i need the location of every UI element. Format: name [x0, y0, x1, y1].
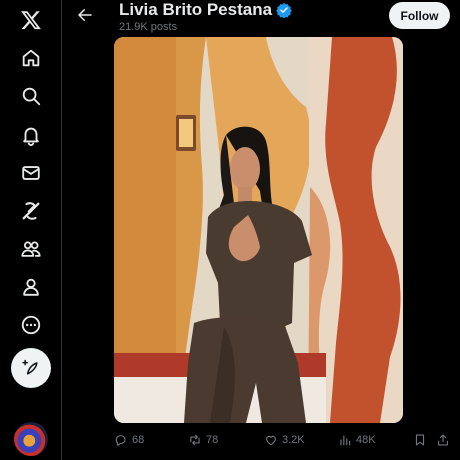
heart-icon — [266, 435, 276, 446]
reply-icon — [115, 435, 126, 446]
arrow-left-icon — [78, 9, 92, 21]
profile-name: Livia Brito Pestana — [119, 0, 292, 20]
views-chart-icon — [340, 435, 351, 446]
person-icon[interactable] — [11, 267, 51, 307]
grok-icon[interactable] — [11, 191, 51, 231]
like-action[interactable]: 3.2K — [264, 431, 305, 449]
profile-name-text: Livia Brito Pestana — [119, 0, 273, 19]
repost-count: 78 — [206, 434, 219, 446]
reply-count: 68 — [132, 434, 145, 446]
share-button[interactable] — [436, 431, 450, 449]
mail-icon[interactable] — [11, 153, 51, 193]
people-icon[interactable] — [11, 229, 51, 269]
nav-rail — [0, 0, 62, 460]
views-count: 48K — [356, 434, 376, 446]
more-circle-icon[interactable] — [11, 305, 51, 345]
verified-badge-icon — [276, 3, 292, 18]
search-icon[interactable] — [11, 76, 51, 116]
photo-illustration — [114, 37, 403, 423]
account-avatar[interactable] — [14, 422, 48, 456]
back-button[interactable] — [72, 2, 98, 28]
x-logo-icon[interactable] — [11, 0, 51, 40]
compose-icon — [22, 359, 38, 375]
reply-action[interactable]: 68 — [114, 431, 144, 449]
posts-count: 21.9K posts — [119, 21, 178, 33]
views-action[interactable]: 48K — [338, 431, 376, 449]
compose-button[interactable] — [11, 348, 51, 388]
home-icon[interactable] — [11, 38, 51, 78]
bell-icon[interactable] — [11, 115, 51, 155]
repost-icon — [190, 434, 200, 446]
repost-action[interactable]: 78 — [188, 431, 218, 449]
post-photo[interactable] — [114, 37, 403, 423]
bookmark-button[interactable] — [413, 431, 427, 449]
follow-button[interactable]: Follow — [389, 2, 450, 29]
like-count: 3.2K — [282, 434, 305, 446]
bookmark-icon — [415, 434, 425, 446]
share-icon — [438, 434, 448, 446]
